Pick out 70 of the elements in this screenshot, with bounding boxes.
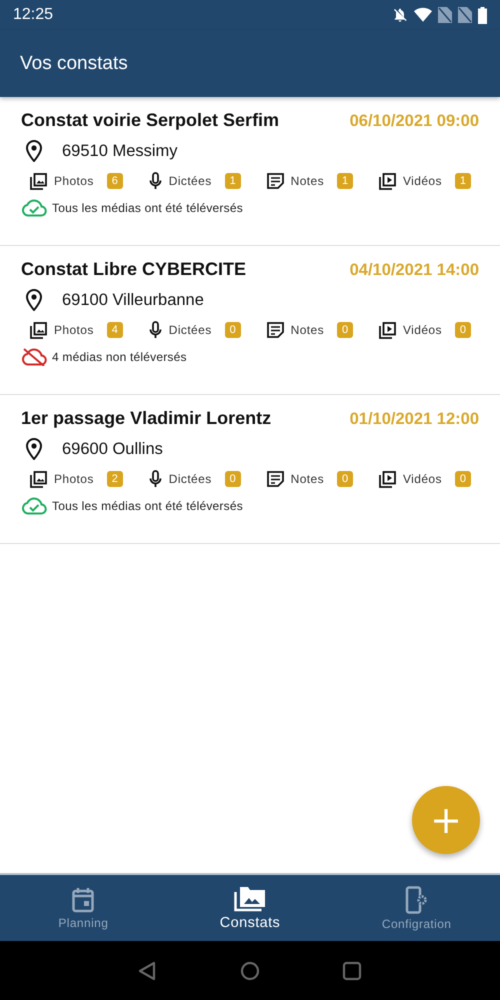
media-count: 4 (106, 322, 123, 338)
constat-address: 69100 Villeurbanne (62, 290, 204, 310)
media-label: Photos (54, 323, 94, 337)
location-pin-icon (26, 438, 42, 460)
media-count: 0 (336, 471, 354, 487)
bell-off-icon (392, 7, 408, 23)
video-library-icon (379, 172, 396, 190)
constat-date: 01/10/2021 12:00 (350, 410, 479, 429)
microphone-icon (148, 321, 162, 339)
media-count: 1 (224, 173, 241, 189)
constat-title: 1er passage Vladimir Lorentz (21, 408, 272, 429)
media-label: Vidéos (403, 472, 442, 486)
media-label: Vidéos (403, 174, 442, 188)
media-count: 2 (106, 471, 123, 487)
battery-icon (478, 6, 487, 24)
media-count: 0 (224, 471, 241, 487)
phone-settings-icon (404, 886, 429, 914)
media-count: 0 (224, 322, 241, 338)
media-label: Notes (290, 323, 324, 337)
media-label: Vidéos (403, 323, 442, 337)
nav-tab[interactable]: Planning (18, 875, 148, 941)
note-icon (266, 173, 284, 189)
media-count: 0 (454, 471, 471, 487)
media-label: Photos (54, 472, 94, 486)
media-count: 1 (336, 173, 354, 189)
constat-address: 69600 Oullins (62, 440, 163, 458)
constat-card[interactable]: Constat Libre CYBERCITE 04/10/2021 14:00 69100 Villeurbanne Photos 4 Dictées 0 Notes 0 Vidéos 0 4 médias non téléversés (0, 246, 500, 395)
video-library-icon (379, 470, 396, 488)
clock: 12:25 (13, 6, 54, 24)
note-icon (266, 471, 284, 487)
nav-tab[interactable]: Constats (184, 875, 315, 941)
calendar-icon (72, 886, 94, 912)
constat-title: Constat voirie Serpolet Serfim (21, 110, 280, 131)
wifi-icon (414, 7, 432, 23)
no-sim-icon (458, 7, 472, 23)
media-label: Notes (290, 472, 324, 486)
microphone-icon (148, 172, 162, 190)
upload-status: 4 médias non téléversés (52, 350, 187, 364)
photo-library-icon (30, 322, 47, 338)
media-label: Dictées (168, 174, 212, 188)
media-count: 1 (454, 173, 471, 189)
microphone-icon (148, 470, 162, 488)
recents-icon[interactable] (342, 960, 362, 980)
media-label: Notes (290, 174, 324, 188)
location-pin-icon (26, 140, 42, 162)
constat-card[interactable]: Constat voirie Serpolet Serfim 06/10/2021 09:00 69510 Messimy Photos 6 Dictées 1 Notes 1 Vidéos 1 Tous les médias ont été téléversés (0, 97, 500, 246)
video-library-icon (379, 322, 396, 338)
photo-library-icon (30, 172, 47, 190)
media-label: Dictées (168, 472, 212, 486)
upload-status: Tous les médias ont été téléversés (52, 499, 243, 513)
constat-card[interactable]: 1er passage Vladimir Lorentz 01/10/2021 12:00 69600 Oullins Photos 2 Dictées 0 Notes 0 Vidéos 0 Tous les médias ont été téléversés (0, 395, 500, 544)
media-count: 6 (106, 173, 123, 189)
note-icon (266, 322, 284, 338)
constat-date: 06/10/2021 09:00 (350, 112, 479, 131)
media-count: 0 (336, 322, 354, 338)
back-icon[interactable] (138, 960, 158, 980)
home-icon[interactable] (240, 960, 260, 980)
constat-date: 04/10/2021 14:00 (350, 261, 479, 280)
nav-tab[interactable]: Configration (352, 875, 482, 941)
media-label: Photos (54, 174, 94, 188)
photo-library-icon (30, 470, 47, 488)
app-bar-title: Vos constats (20, 52, 128, 74)
location-pin-icon (26, 289, 42, 311)
upload-status: Tous les médias ont été téléversés (52, 201, 243, 215)
photo-folder-icon (234, 886, 266, 912)
constat-address: 69510 Messimy (62, 142, 178, 160)
constat-title: Constat Libre CYBERCITE (21, 259, 246, 280)
media-count: 0 (454, 322, 471, 338)
media-label: Dictées (168, 323, 212, 337)
no-sim-icon (438, 7, 452, 23)
